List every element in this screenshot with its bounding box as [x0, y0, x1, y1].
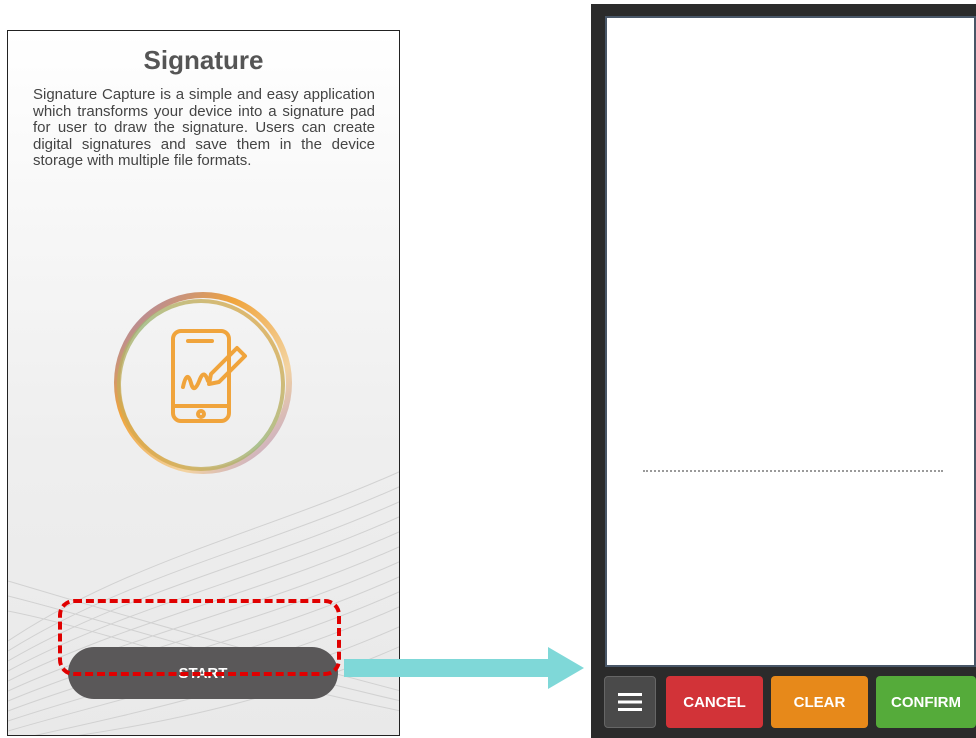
signature-capture-screen: CANCEL CLEAR CONFIRM [591, 4, 976, 738]
signature-pad[interactable] [605, 16, 976, 667]
action-bar: CANCEL CLEAR CONFIRM [591, 672, 976, 738]
hamburger-menu-icon [618, 693, 642, 711]
flow-arrow [344, 647, 584, 689]
cancel-button[interactable]: CANCEL [666, 676, 763, 728]
clear-button[interactable]: CLEAR [771, 676, 868, 728]
start-highlight-box [58, 599, 341, 676]
confirm-button[interactable]: CONFIRM [876, 676, 976, 728]
menu-button[interactable] [604, 676, 656, 728]
app-description: Signature Capture is a simple and easy a… [33, 86, 375, 169]
signature-line [643, 470, 943, 472]
signature-phone-icon [114, 292, 292, 474]
page-title: Signature [143, 45, 264, 75]
